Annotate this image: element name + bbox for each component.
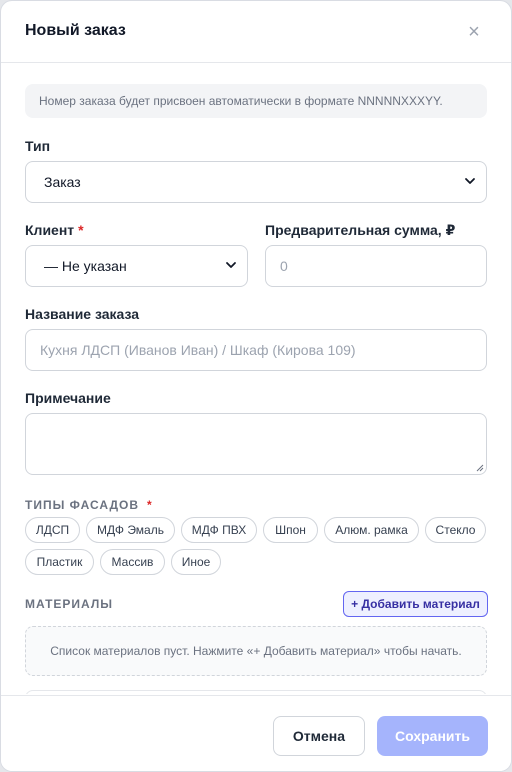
note-label: Примечание — [25, 390, 111, 406]
cancel-button[interactable]: Отмена — [273, 716, 365, 756]
order-number-info: Номер заказа будет присвоен автоматическ… — [25, 84, 487, 118]
client-select[interactable]: — Не указан — [25, 245, 248, 287]
close-icon[interactable]: × — [463, 21, 485, 43]
facade-types-heading-text: ТИПЫ ФАСАДОВ — [25, 498, 139, 512]
facade-chip-other[interactable]: Иное — [171, 549, 221, 575]
facade-chip-alu-frame[interactable]: Алюм. рамка — [324, 517, 419, 543]
modal-title: Новый заказ — [25, 22, 126, 39]
facade-chip-glass[interactable]: Стекло — [425, 517, 486, 543]
order-name-input[interactable]: Кухня ЛДСП (Иванов Иван) / Шкаф (Кирова … — [25, 329, 487, 371]
required-mark: * — [147, 498, 153, 512]
note-textarea[interactable] — [25, 413, 487, 475]
facade-chip-veneer[interactable]: Шпон — [263, 517, 318, 543]
materials-heading: МАТЕРИАЛЫ — [25, 597, 114, 611]
chevron-down-icon — [226, 262, 236, 268]
type-select-value: Заказ — [44, 174, 81, 190]
new-order-modal: Новый заказ × Номер заказа будет присвое… — [0, 0, 512, 772]
modal-footer: Отмена Сохранить — [1, 695, 511, 771]
chevron-down-icon — [465, 178, 475, 184]
facade-chip-mdf-pvc[interactable]: МДФ ПВХ — [181, 517, 257, 543]
client-label: Клиент * — [25, 222, 84, 238]
order-name-label: Название заказа — [25, 306, 140, 322]
facade-types-heading: ТИПЫ ФАСАДОВ * — [25, 498, 153, 512]
type-label: Тип — [25, 138, 51, 154]
facade-chip-ldsp[interactable]: ЛДСП — [25, 517, 80, 543]
modal-header: Новый заказ × — [1, 1, 511, 63]
client-label-text: Клиент — [25, 222, 75, 238]
next-section-card — [25, 690, 487, 694]
type-select[interactable]: Заказ — [25, 161, 487, 203]
required-mark: * — [78, 222, 84, 238]
facade-chip-solid-wood[interactable]: Массив — [100, 549, 165, 575]
materials-empty-state: Список материалов пуст. Нажмите «+ Добав… — [25, 626, 487, 676]
estimate-input[interactable]: 0 — [265, 245, 487, 287]
facade-chip-mdf-enamel[interactable]: МДФ Эмаль — [86, 517, 175, 543]
add-material-button[interactable]: + Добавить материал — [343, 591, 488, 617]
estimate-label: Предварительная сумма, ₽ — [265, 222, 456, 238]
save-button[interactable]: Сохранить — [377, 716, 488, 756]
client-select-value: — Не указан — [44, 258, 127, 274]
modal-body: Номер заказа будет присвоен автоматическ… — [1, 64, 511, 694]
resize-grip-icon[interactable] — [476, 464, 484, 472]
facade-chip-plastic[interactable]: Пластик — [25, 549, 94, 575]
